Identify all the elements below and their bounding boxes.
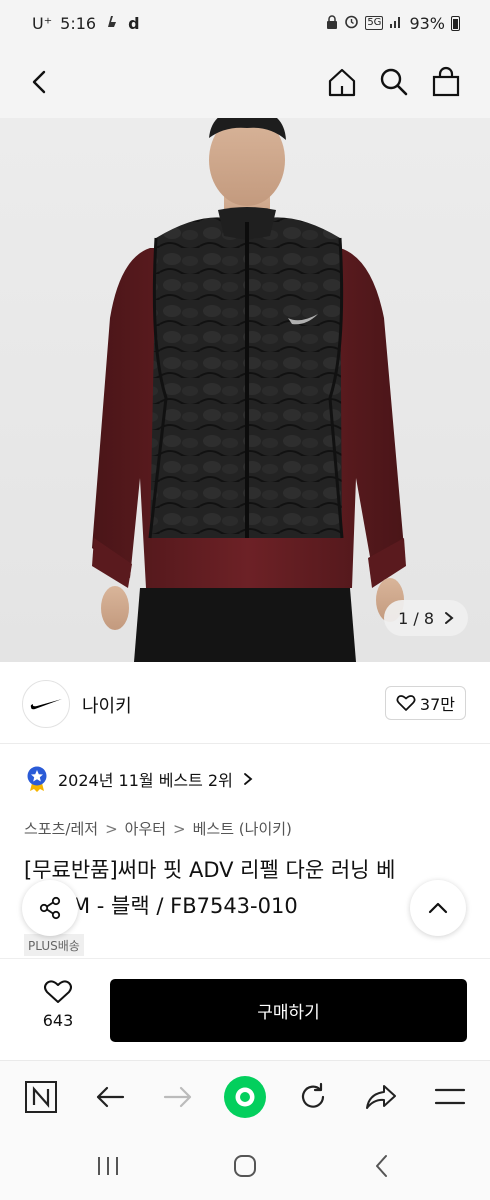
purchase-bar: 643 구매하기: [0, 958, 490, 1060]
search-icon: [380, 68, 408, 96]
home-square-icon: [234, 1155, 256, 1177]
cart-button[interactable]: [424, 60, 468, 104]
scroll-top-button[interactable]: [410, 880, 466, 936]
wishlist-count: 643: [42, 1011, 74, 1030]
app-mark: d: [128, 13, 140, 33]
heart-icon: [44, 980, 72, 1003]
wishlist-button[interactable]: 643: [32, 979, 84, 1030]
breadcrumb-item[interactable]: 스포츠/레저: [24, 818, 98, 839]
recent-apps-icon: [98, 1157, 118, 1175]
heart-icon: [396, 695, 416, 711]
status-left: U⁺ 5:16 d: [32, 13, 140, 33]
browser-back-button[interactable]: [88, 1075, 132, 1119]
lock-icon: [326, 14, 338, 33]
chevron-right-icon: [445, 612, 454, 624]
notification-icon: [104, 13, 120, 33]
status-bar: U⁺ 5:16 d 5G 93%: [0, 0, 490, 46]
recent-apps-button[interactable]: [88, 1148, 128, 1184]
network-label: 5G: [365, 16, 384, 30]
browser-toolbar: [0, 1060, 490, 1132]
breadcrumb-separator: >: [105, 819, 118, 838]
system-back-button[interactable]: [362, 1148, 402, 1184]
brand-like-button[interactable]: 37만: [384, 686, 466, 720]
green-dot-icon: [224, 1076, 266, 1118]
product-image[interactable]: 1 / 8: [0, 118, 490, 662]
image-counter[interactable]: 1 / 8: [384, 600, 468, 636]
status-right: 5G 93%: [326, 14, 460, 33]
product-title: [무료반품]써마 핏 ADV 리펠 다운 러닝 베 M - 블랙 / FB754…: [24, 852, 464, 924]
share-icon: [39, 896, 61, 920]
product-title-line2: M - 블랙 / FB7543-010: [72, 894, 298, 918]
battery-label: 93%: [409, 13, 445, 33]
home-icon: [328, 68, 356, 97]
chevron-right-icon: [243, 773, 253, 785]
browser-share-button[interactable]: [359, 1075, 403, 1119]
search-button[interactable]: [372, 60, 416, 104]
top-navigation: [0, 46, 490, 118]
like-count: 37만: [419, 695, 455, 714]
chevron-left-icon: [32, 70, 46, 94]
arrow-left-icon: [96, 1086, 125, 1108]
refresh-button[interactable]: [291, 1075, 335, 1119]
battery-icon: [451, 15, 460, 31]
medal-star-icon: [27, 766, 47, 792]
clock: 5:16: [60, 13, 97, 33]
carrier-label: U⁺: [32, 13, 53, 33]
brand-logo[interactable]: [22, 680, 70, 728]
breadcrumb: 스포츠/레저 > 아우터 > 베스트 (나이키): [24, 818, 292, 839]
naver-n-icon: [25, 1081, 57, 1113]
breadcrumb-item[interactable]: 아우터: [125, 818, 166, 839]
breadcrumb-item[interactable]: 베스트 (나이키): [193, 818, 292, 839]
system-home-button[interactable]: [225, 1148, 265, 1184]
menu-button[interactable]: [428, 1075, 472, 1119]
product-title-line1: [무료반품]써마 핏 ADV 리펠 다운 러닝 베: [24, 858, 396, 882]
share-button[interactable]: [22, 880, 78, 936]
buy-button-label: 구매하기: [257, 1003, 320, 1023]
signal-icon: [389, 14, 403, 33]
plus-shipping-tag: PLUS배송: [24, 934, 84, 956]
arrow-right-icon: [163, 1086, 192, 1108]
buy-button[interactable]: 구매하기: [110, 979, 467, 1042]
share-arrow-icon: [366, 1085, 396, 1109]
chevron-left-icon: [376, 1155, 387, 1177]
system-navigation: [0, 1132, 490, 1200]
browser-forward-button[interactable]: [156, 1075, 200, 1119]
green-dot-button[interactable]: [223, 1075, 267, 1119]
back-button[interactable]: [18, 60, 62, 104]
naver-home-button[interactable]: [19, 1075, 63, 1119]
product-photo: [92, 118, 406, 662]
chevron-up-icon: [428, 902, 448, 914]
brand-row: 나이키 37만: [0, 664, 490, 744]
shopping-bag-icon: [432, 66, 460, 97]
breadcrumb-separator: >: [173, 819, 186, 838]
image-counter-label: 1 / 8: [398, 608, 434, 628]
refresh-icon: [301, 1082, 325, 1108]
alarm-icon: [344, 14, 359, 33]
nike-swoosh-icon: [30, 699, 62, 710]
hamburger-menu-icon: [434, 1088, 466, 1105]
home-button[interactable]: [320, 60, 364, 104]
best-badge[interactable]: 2024년 11월 베스트 2위: [26, 766, 253, 792]
brand-name[interactable]: 나이키: [82, 692, 132, 718]
badge-text: 2024년 11월 베스트 2위: [58, 771, 233, 790]
